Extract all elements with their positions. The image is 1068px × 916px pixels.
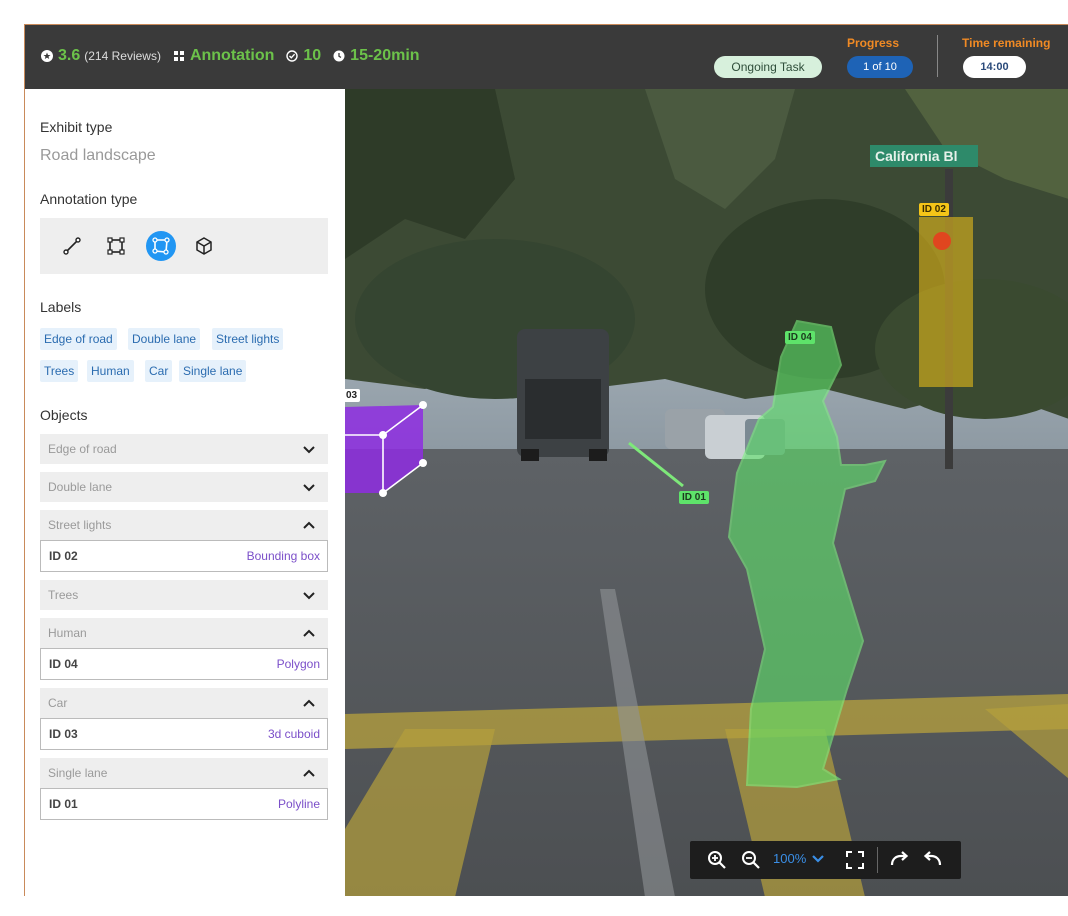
- chevron-up-icon: [303, 629, 315, 637]
- chevron-up-icon: [303, 699, 315, 707]
- top-bar: 3.6 (214 Reviews) Annotation 10 15-20min…: [25, 25, 1068, 89]
- review-count: (214 Reviews): [84, 49, 161, 63]
- redo-icon[interactable]: [888, 849, 910, 871]
- object-id: ID 01: [49, 797, 78, 811]
- zoom-in-icon[interactable]: [706, 849, 728, 871]
- chevron-down-icon[interactable]: [810, 851, 826, 867]
- label-chip[interactable]: Car: [145, 360, 173, 382]
- object-row[interactable]: ID 04 Polygon: [40, 648, 328, 680]
- toolbar-divider: [877, 847, 878, 873]
- object-row[interactable]: ID 01 Polyline: [40, 788, 328, 820]
- label-chip[interactable]: Trees: [40, 360, 79, 382]
- annotation-tag-id02: ID 02: [919, 203, 949, 216]
- progress-value: 1 of 10: [847, 56, 913, 78]
- object-group-label: Edge of road: [48, 442, 117, 456]
- object-group-label: Car: [48, 696, 68, 710]
- rating-value: 3.6: [58, 47, 81, 64]
- sidebar: Exhibit type Road landscape Annotation t…: [25, 89, 345, 896]
- label-chip[interactable]: Human: [87, 360, 134, 382]
- task-meta: 3.6 (214 Reviews) Annotation 10 15-20min: [41, 47, 432, 65]
- object-group-street-lights[interactable]: Street lights: [40, 510, 328, 540]
- label-chip[interactable]: Edge of road: [40, 328, 117, 350]
- divider: [937, 35, 938, 77]
- status-badge: Ongoing Task: [714, 56, 822, 78]
- object-group-single-lane[interactable]: Single lane: [40, 758, 328, 788]
- object-annotation-kind: Polygon: [276, 657, 320, 671]
- task-duration: 15-20min: [350, 47, 420, 64]
- label-chip[interactable]: Street lights: [212, 328, 284, 350]
- cuboid-tool-button[interactable]: [190, 232, 218, 260]
- label-chip[interactable]: Single lane: [179, 360, 247, 382]
- objects-title: Objects: [40, 407, 88, 423]
- object-group-label: Trees: [48, 588, 79, 602]
- object-annotation-kind: 3d cuboid: [267, 727, 320, 741]
- zoom-level[interactable]: 100%: [773, 851, 806, 866]
- grid-icon: [173, 51, 184, 61]
- object-group-double-lane[interactable]: Double lane: [40, 472, 328, 502]
- annotation-type-label: Annotation type: [40, 191, 138, 207]
- chevron-down-icon: [303, 592, 315, 600]
- object-group-label: Double lane: [48, 480, 113, 494]
- undo-icon[interactable]: [922, 849, 944, 871]
- chevron-down-icon: [303, 484, 315, 492]
- label-chip[interactable]: Double lane: [128, 328, 201, 350]
- polygon-icon: [152, 237, 170, 255]
- object-annotation-kind: Bounding box: [246, 549, 320, 563]
- time-remaining-label: Time remaining: [962, 36, 1051, 50]
- fullscreen-icon[interactable]: [844, 849, 866, 871]
- annotation-tool-palette: [40, 218, 328, 274]
- object-row[interactable]: ID 03 3d cuboid: [40, 718, 328, 750]
- bounding-box-tool-button[interactable]: [102, 232, 130, 260]
- exhibit-type-value: Road landscape: [40, 147, 156, 164]
- object-id: ID 02: [49, 549, 78, 563]
- time-remaining-value: 14:00: [963, 56, 1026, 78]
- task-category: Annotation: [189, 47, 275, 64]
- annotation-tag-03: 03: [345, 389, 361, 402]
- polyline-icon: [63, 237, 81, 255]
- labels-title: Labels: [40, 299, 82, 315]
- chevron-down-icon: [303, 446, 315, 454]
- exhibit-type-label: Exhibit type: [40, 119, 113, 135]
- object-group-edge-of-road[interactable]: Edge of road: [40, 434, 328, 464]
- progress-label: Progress: [847, 36, 900, 50]
- star-badge-icon: [41, 50, 53, 62]
- object-annotation-kind: Polyline: [277, 797, 320, 811]
- polygon-tool-button[interactable]: [146, 231, 176, 261]
- object-group-trees[interactable]: Trees: [40, 580, 328, 610]
- zoom-toolbar: 100%: [690, 841, 961, 879]
- annotation-app: 3.6 (214 Reviews) Annotation 10 15-20min…: [24, 24, 1068, 896]
- object-group-label: Single lane: [48, 766, 108, 780]
- object-group-label: Street lights: [48, 518, 112, 532]
- annotation-tag-id01: ID 01: [679, 491, 709, 504]
- task-count: 10: [303, 47, 322, 64]
- chevron-up-icon: [303, 521, 315, 529]
- clock-icon: [333, 50, 345, 62]
- cuboid-icon: [196, 237, 212, 255]
- object-row[interactable]: ID 02 Bounding box: [40, 540, 328, 572]
- object-id: ID 04: [49, 657, 78, 671]
- object-group-car[interactable]: Car: [40, 688, 328, 718]
- object-group-label: Human: [48, 626, 87, 640]
- image-canvas[interactable]: California Bl 03 ID 01 ID 02 ID 04 100%: [345, 89, 1068, 896]
- object-id: ID 03: [49, 727, 78, 741]
- object-group-human[interactable]: Human: [40, 618, 328, 648]
- check-badge-icon: [286, 50, 299, 62]
- chevron-up-icon: [303, 769, 315, 777]
- bounding-box-icon: [107, 237, 125, 255]
- polyline-tool-button[interactable]: [58, 232, 86, 260]
- street-sign-text: California Bl: [875, 148, 957, 164]
- zoom-out-icon[interactable]: [740, 849, 762, 871]
- annotation-tag-id04: ID 04: [785, 331, 815, 344]
